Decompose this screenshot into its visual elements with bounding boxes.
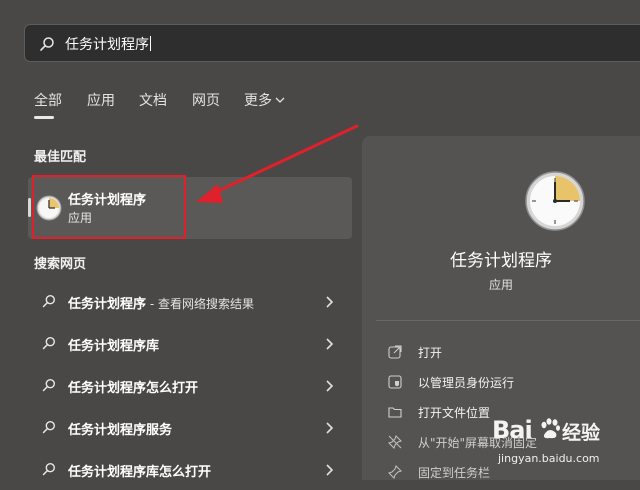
baidu-paw-icon (541, 418, 560, 439)
tab-apps[interactable]: 应用 (87, 90, 115, 110)
open-external-icon (388, 345, 402, 359)
web-result-item[interactable]: 任务计划程序服务 (28, 408, 352, 448)
watermark-url: jingyan.baidu.com (498, 452, 600, 465)
annotation-highlight-box (32, 175, 186, 239)
search-icon (42, 420, 56, 434)
web-result-query: 任务计划程序怎么打开 (68, 381, 199, 396)
detail-app-name: 任务计划程序 (450, 251, 552, 271)
web-result-item[interactable]: 任务计划程序怎么打开 (28, 366, 352, 406)
web-result-query: 任务计划程序库怎么打开 (68, 465, 212, 480)
selection-accent (28, 198, 31, 217)
best-match-heading: 最佳匹配 (34, 150, 87, 165)
baidu-jingyan-watermark: Bai 经验 jingyan.baidu.com (492, 408, 640, 480)
search-web-heading: 搜索网页 (34, 257, 87, 272)
chevron-down-icon (275, 97, 285, 103)
tab-documents[interactable]: 文档 (139, 90, 167, 110)
divider (376, 320, 640, 321)
web-result-query: 任务计划程序库 (68, 339, 160, 354)
chevron-right-icon (326, 338, 334, 350)
text-caret (150, 36, 151, 51)
active-tab-indicator (34, 116, 54, 119)
web-result-item[interactable]: 任务计划程序库怎么打开 (28, 450, 352, 490)
task-scheduler-clock-icon (525, 171, 585, 231)
search-icon (42, 378, 56, 392)
tab-more[interactable]: 更多 (244, 90, 285, 110)
chevron-right-icon (326, 296, 334, 308)
watermark-jingyan: 经验 (562, 422, 601, 444)
search-icon (40, 37, 54, 51)
unpin-icon (388, 435, 402, 449)
search-icon (42, 294, 56, 308)
chevron-right-icon (326, 422, 334, 434)
web-result-item[interactable]: 任务计划程序库 (28, 324, 352, 364)
search-icon (42, 462, 56, 476)
tab-web[interactable]: 网页 (192, 90, 220, 110)
search-box[interactable]: 任务计划程序 (24, 24, 640, 62)
chevron-right-icon (326, 380, 334, 392)
search-icon (42, 336, 56, 350)
watermark-brand: Bai (492, 416, 533, 444)
shield-window-icon (388, 375, 402, 389)
chevron-right-icon (326, 464, 334, 476)
folder-icon (388, 407, 402, 418)
web-result-query: 任务计划程序服务 (68, 423, 173, 438)
web-result-item[interactable]: 任务计划程序 - 查看网络搜索结果 (28, 282, 352, 322)
pin-icon (388, 465, 402, 479)
web-result-query: 任务计划程序 (68, 297, 147, 312)
search-input[interactable]: 任务计划程序 (65, 34, 151, 54)
web-result-suffix: - 查看网络搜索结果 (146, 297, 254, 311)
tab-all[interactable]: 全部 (34, 90, 62, 110)
detail-app-type: 应用 (488, 278, 513, 292)
